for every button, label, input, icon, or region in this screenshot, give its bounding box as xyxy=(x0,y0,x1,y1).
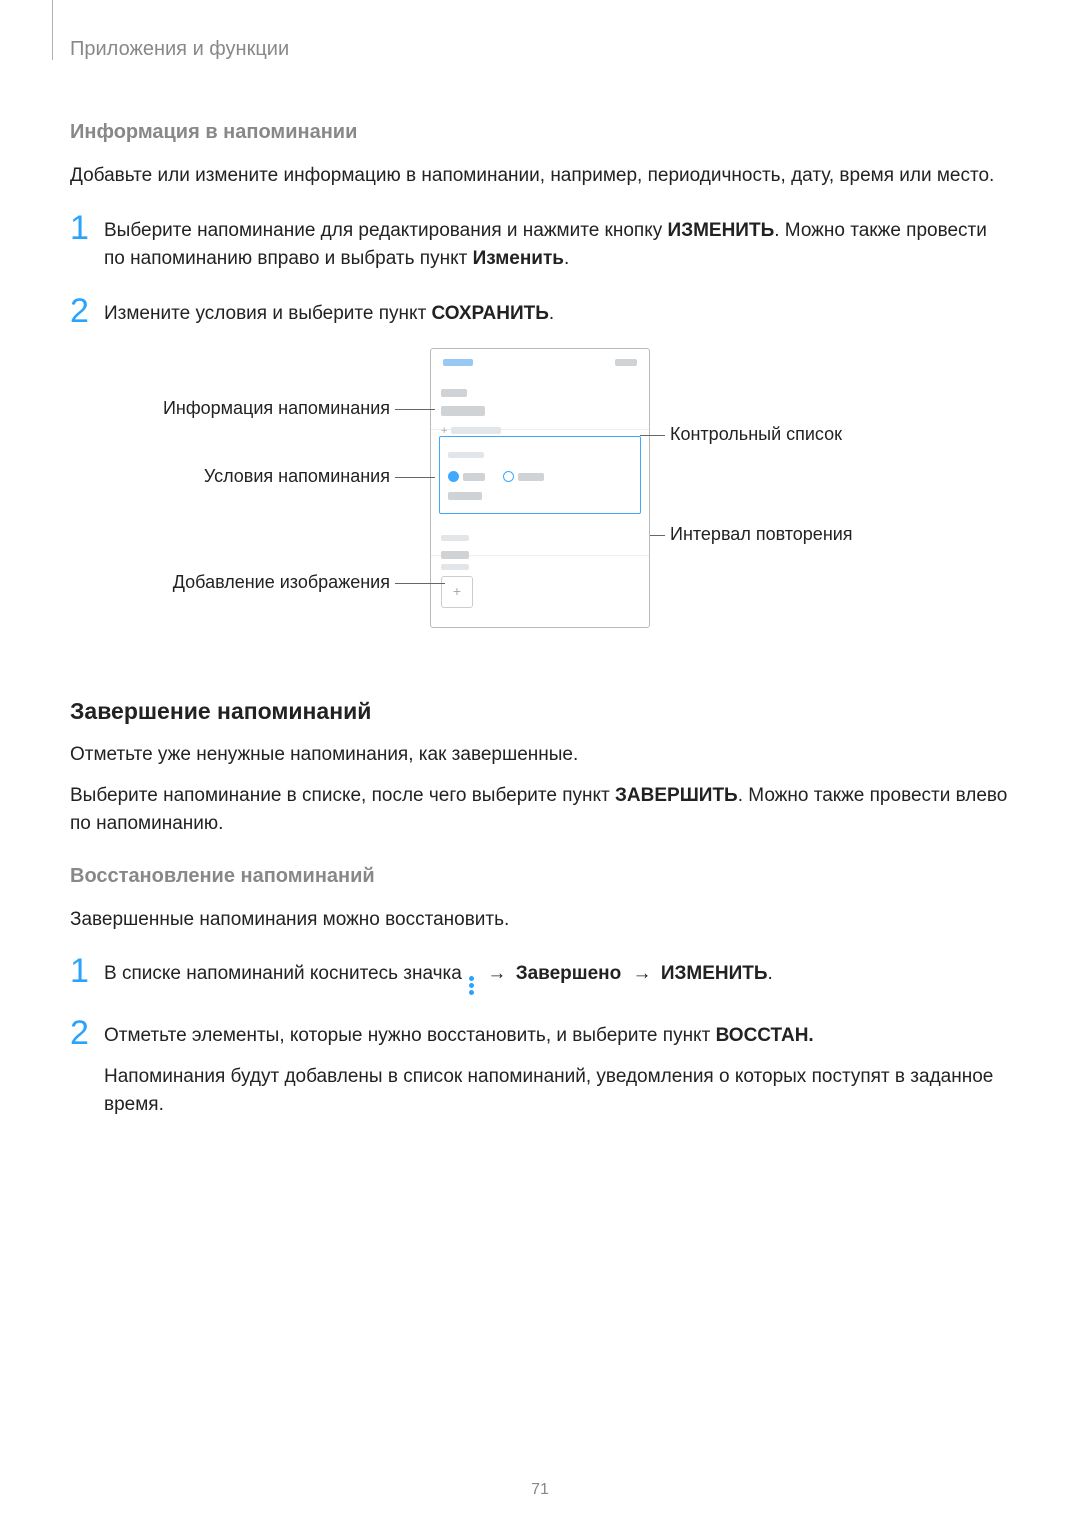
restore-p: Завершенные напоминания можно восстанови… xyxy=(70,906,1010,935)
complete-p1: Отметьте уже ненужные напоминания, как з… xyxy=(70,741,1010,770)
arrow-icon-2: → xyxy=(633,960,652,989)
callout-conditions: Условия напоминания xyxy=(90,466,390,487)
r2-follow: Напоминания будут добавлены в список нап… xyxy=(104,1066,993,1116)
step-2: 2 Измените условия и выберите пункт СОХР… xyxy=(70,294,1010,329)
restore-step-number-2: 2 xyxy=(70,1016,104,1050)
section-complete-title: Завершение напоминаний xyxy=(70,698,1010,725)
more-options-icon xyxy=(469,975,474,996)
step2-bold-save: СОХРАНИТЬ xyxy=(432,303,549,324)
restore-step-number-1: 1 xyxy=(70,954,104,988)
callout-checklist: Контрольный список xyxy=(670,424,842,445)
phone-section-image: + xyxy=(431,556,649,616)
header-divider xyxy=(52,0,53,60)
phone-section-repeat xyxy=(431,520,649,556)
page-number: 71 xyxy=(0,1481,1080,1499)
add-image-button: + xyxy=(441,576,473,608)
complete-p2-b: ЗАВЕРШИТЬ xyxy=(615,785,738,806)
step1-bold-edit: ИЗМЕНИТЬ xyxy=(668,220,775,241)
breadcrumb: Приложения и функции xyxy=(70,38,1010,61)
phone-mock: + + xyxy=(430,348,650,628)
r2-a: Отметьте элементы, которые нужно восстан… xyxy=(104,1025,716,1046)
r2-b: ВОССТАН. xyxy=(716,1025,814,1046)
phone-topbar xyxy=(431,349,649,376)
callout-add-image: Добавление изображения xyxy=(90,572,390,593)
phone-section-info: + xyxy=(431,376,649,430)
arrow-icon: → xyxy=(487,960,506,989)
complete-p2-a: Выберите напоминание в списке, после чег… xyxy=(70,785,615,806)
step1-text-e: . xyxy=(564,248,569,269)
step-1: 1 Выберите напоминание для редактировани… xyxy=(70,211,1010,274)
r1-d: . xyxy=(768,963,773,984)
callout-repeat: Интервал повторения xyxy=(670,524,853,545)
phone-section-conditions xyxy=(439,436,641,514)
section-restore-title: Восстановление напоминаний xyxy=(70,865,1010,888)
restore-step-1: 1 В списке напоминаний коснитесь значка … xyxy=(70,954,1010,996)
r1-a: В списке напоминаний коснитесь значка xyxy=(104,963,467,984)
step2-text-a: Измените условия и выберите пункт xyxy=(104,303,432,324)
step-number-1: 1 xyxy=(70,211,104,245)
step1-bold-edit2: Изменить xyxy=(473,248,564,269)
section-info-title: Информация в напоминании xyxy=(70,121,1010,144)
callout-info: Информация напоминания xyxy=(90,398,390,419)
section-info-intro: Добавьте или измените информацию в напом… xyxy=(70,162,1010,191)
r1-b: Завершено xyxy=(516,963,622,984)
complete-p2: Выберите напоминание в списке, после чег… xyxy=(70,782,1010,839)
step-number-2: 2 xyxy=(70,294,104,328)
step2-text-c: . xyxy=(549,303,554,324)
reminder-edit-figure: + + Информация напоминания xyxy=(70,348,1010,648)
r1-c: ИЗМЕНИТЬ xyxy=(661,963,768,984)
step1-text-a: Выберите напоминание для редактирования … xyxy=(104,220,668,241)
restore-step-2: 2 Отметьте элементы, которые нужно восст… xyxy=(70,1016,1010,1120)
